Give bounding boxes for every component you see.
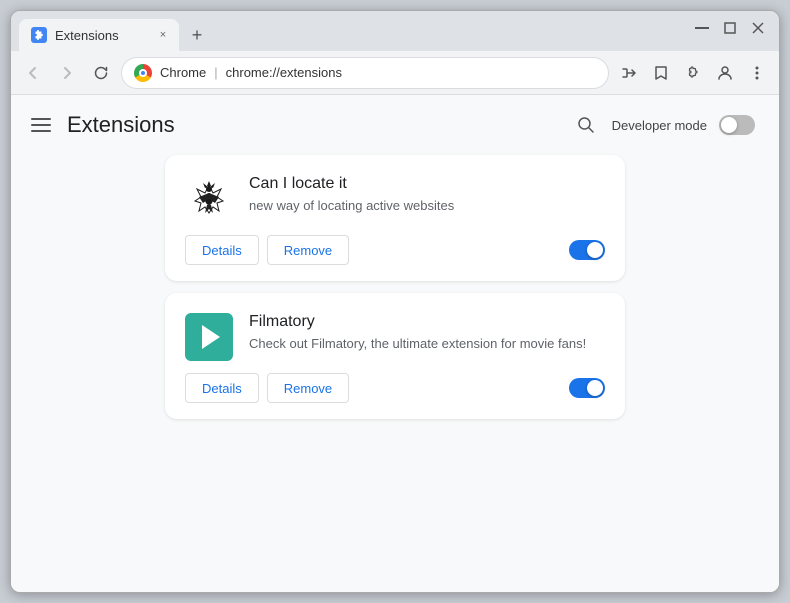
restore-button[interactable] (721, 19, 739, 37)
developer-mode-toggle[interactable] (719, 115, 755, 135)
header-right: Developer mode (572, 111, 755, 139)
extensions-button[interactable] (679, 59, 707, 87)
tab-favicon (31, 27, 47, 43)
card-top: Filmatory Check out Filmatory, the ultim… (185, 313, 605, 361)
card-bottom: Details Remove (185, 235, 605, 265)
extension-toggle-can-i-locate-it[interactable] (569, 240, 605, 260)
reload-button[interactable] (87, 59, 115, 87)
close-button[interactable] (749, 19, 767, 37)
address-browser-name: Chrome (160, 65, 206, 80)
share-button[interactable] (615, 59, 643, 87)
play-icon (202, 325, 220, 349)
title-bar: Extensions × + (11, 11, 779, 51)
profile-button[interactable] (711, 59, 739, 87)
active-tab[interactable]: Extensions × (19, 19, 179, 51)
search-button[interactable] (572, 111, 600, 139)
developer-mode-label: Developer mode (612, 118, 707, 133)
tab-area: Extensions × + (19, 11, 211, 51)
extensions-list: Can I locate it new way of locating acti… (11, 147, 779, 435)
hamburger-menu-button[interactable] (27, 111, 55, 139)
extension-card-filmatory: Filmatory Check out Filmatory, the ultim… (165, 293, 625, 419)
toggle-knob (587, 242, 603, 258)
page-content: 911 Extensions Developer mode (11, 95, 779, 592)
bookmark-button[interactable] (647, 59, 675, 87)
page-title: Extensions (67, 112, 175, 138)
toolbar-actions (615, 59, 771, 87)
new-tab-button[interactable]: + (183, 21, 211, 49)
menu-button[interactable] (743, 59, 771, 87)
address-url: chrome://extensions (226, 65, 342, 80)
toggle-knob (587, 380, 603, 396)
extension-actions: Details Remove (185, 235, 349, 265)
browser-window: Extensions × + (10, 10, 780, 593)
extension-actions: Details Remove (185, 373, 349, 403)
minimize-button[interactable] (693, 19, 711, 37)
extension-name: Can I locate it (249, 175, 605, 193)
remove-button-can-i-locate-it[interactable]: Remove (267, 235, 349, 265)
address-separator: | (214, 65, 217, 80)
window-controls (693, 19, 767, 37)
extension-toggle-filmatory[interactable] (569, 378, 605, 398)
extension-card-can-i-locate-it: Can I locate it new way of locating acti… (165, 155, 625, 281)
forward-button[interactable] (53, 59, 81, 87)
extensions-header: Extensions Developer mode (11, 95, 779, 147)
details-button-can-i-locate-it[interactable]: Details (185, 235, 259, 265)
header-left: Extensions (27, 111, 175, 139)
address-bar[interactable]: Chrome | chrome://extensions (121, 57, 609, 89)
details-button-filmatory[interactable]: Details (185, 373, 259, 403)
extension-info: Can I locate it new way of locating acti… (249, 175, 605, 215)
extension-name: Filmatory (249, 313, 605, 331)
extension-info: Filmatory Check out Filmatory, the ultim… (249, 313, 605, 353)
card-top: Can I locate it new way of locating acti… (185, 175, 605, 223)
remove-button-filmatory[interactable]: Remove (267, 373, 349, 403)
extension-description: new way of locating active websites (249, 197, 605, 215)
tab-label: Extensions (55, 28, 119, 43)
toggle-knob (721, 117, 737, 133)
browser-toolbar: Chrome | chrome://extensions (11, 51, 779, 95)
card-bottom: Details Remove (185, 373, 605, 403)
extension-description: Check out Filmatory, the ultimate extens… (249, 335, 605, 353)
back-button[interactable] (19, 59, 47, 87)
can-i-locate-it-icon (185, 175, 233, 223)
tab-close-btn[interactable]: × (155, 27, 171, 43)
filmatory-icon (185, 313, 233, 361)
